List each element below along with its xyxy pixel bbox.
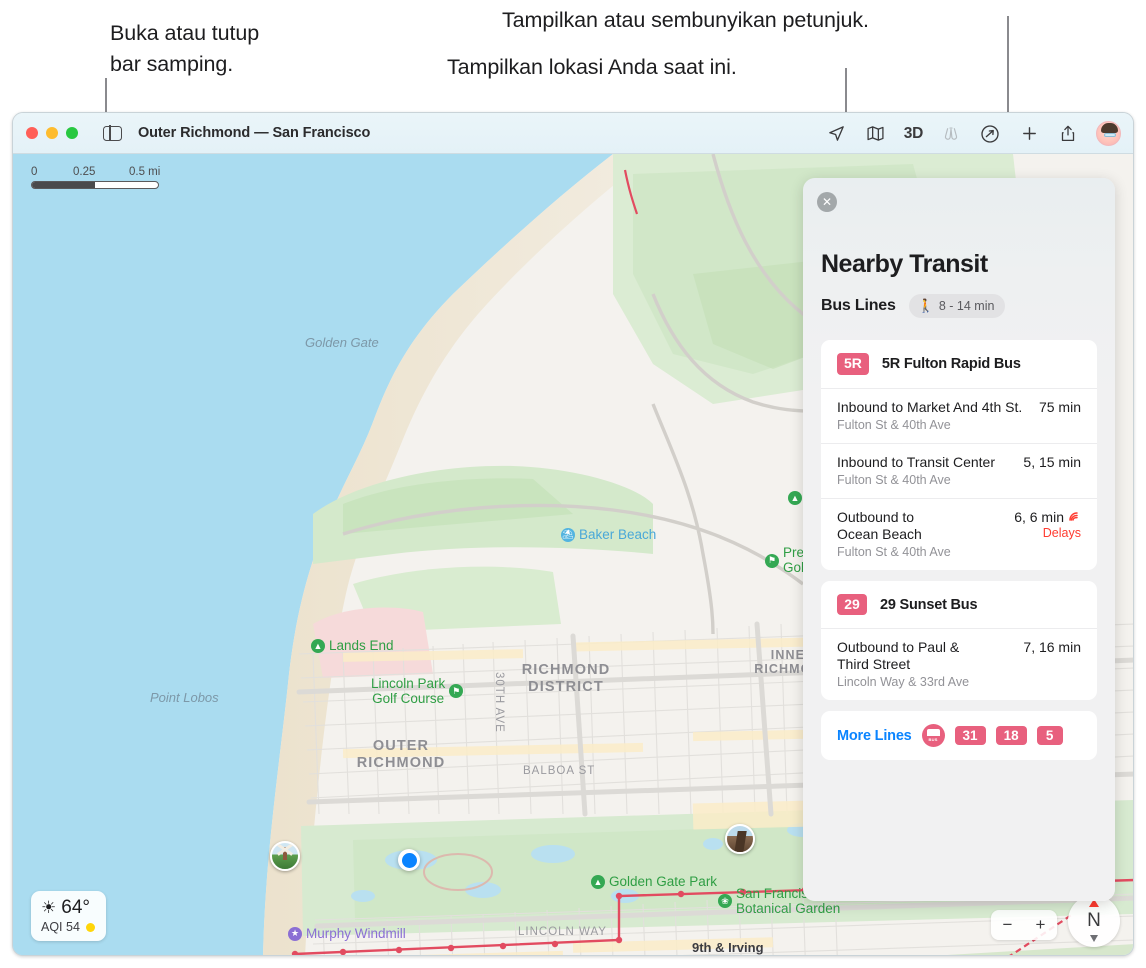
map-canvas[interactable]: 0 0.25 0.5 mi Golden Gate Point Lobos RI… xyxy=(13,154,1133,955)
departure-times: 7, 16 min xyxy=(1023,639,1081,656)
departure-stop: Fulton St & 40th Ave xyxy=(837,417,951,432)
zoom-in-button[interactable]: + xyxy=(1024,910,1057,940)
callout-location-text: Tampilkan lokasi Anda saat ini. xyxy=(447,55,737,79)
compass-south-needle xyxy=(1090,935,1098,942)
binoculars-icon[interactable] xyxy=(940,123,962,145)
callout-sidebar-text: Buka atau tutup bar samping. xyxy=(110,21,260,76)
departure-destination: Outbound to Paul & Third Street xyxy=(837,639,960,673)
sidebar-icon[interactable] xyxy=(103,124,122,142)
departure-destination: Outbound to Ocean Beach xyxy=(837,508,922,542)
callout-directions-text: Tampilkan atau sembunyikan petunjuk. xyxy=(502,8,869,32)
bus-lines-label: Bus Lines xyxy=(821,297,896,314)
photo-marker-building[interactable] xyxy=(725,824,755,854)
close-icon[interactable]: ✕ xyxy=(817,192,837,212)
more-lines-link[interactable]: More Lines xyxy=(837,728,912,744)
map-zoom-controls: − + xyxy=(991,910,1057,940)
panel-title: Nearby Transit xyxy=(821,250,988,278)
map-icon[interactable] xyxy=(865,123,887,145)
walk-time-badge: 🚶 8 - 14 min xyxy=(908,294,1006,318)
share-icon[interactable] xyxy=(1057,123,1079,145)
route-badge: 5R xyxy=(837,353,869,375)
departure-row[interactable]: Outbound to Ocean Beach Fulton St & 40th… xyxy=(821,497,1097,570)
walking-icon: 🚶 xyxy=(917,298,934,313)
maps-window: Outer Richmond — San Francisco 3D 0 0.25… xyxy=(12,112,1134,956)
compass-north-label: N xyxy=(1087,910,1101,931)
delay-signal-icon xyxy=(1068,509,1081,525)
line-badge-5[interactable]: 5 xyxy=(1036,726,1063,746)
transit-route-list: 5R 5R Fulton Rapid Bus Inbound to Market… xyxy=(821,340,1097,761)
nearby-transit-panel: ✕ Nearby Transit Bus Lines 🚶 8 - 14 min … xyxy=(803,178,1115,901)
map-compass[interactable]: N xyxy=(1068,895,1120,947)
photo-marker-windmill[interactable] xyxy=(270,841,300,871)
map-scale-bar: 0 0.25 0.5 mi xyxy=(31,166,171,189)
route-name: 5R Fulton Rapid Bus xyxy=(881,355,1021,372)
departure-destination: Inbound to Transit Center xyxy=(837,453,995,470)
directions-icon[interactable] xyxy=(979,123,1001,145)
route-badge: 29 xyxy=(837,593,867,616)
three-d-toggle[interactable]: 3D xyxy=(904,125,924,143)
departure-stop: Fulton St & 40th Ave xyxy=(837,544,951,559)
delay-label: Delays xyxy=(1042,525,1081,540)
departure-row[interactable]: Inbound to Transit Center Fulton St & 40… xyxy=(821,442,1097,498)
transit-route-card[interactable]: 5R 5R Fulton Rapid Bus Inbound to Market… xyxy=(821,340,1097,570)
line-badge-18[interactable]: 18 xyxy=(995,726,1027,746)
scale-tick-0: 0 xyxy=(31,166,38,178)
zoom-out-button[interactable]: − xyxy=(991,910,1024,940)
scale-tick-2: 0.5 mi xyxy=(129,166,161,178)
aqi-status-dot xyxy=(85,922,95,932)
plus-icon[interactable] xyxy=(1018,123,1040,145)
route-name: 29 Sunset Bus xyxy=(880,596,978,613)
bus-icon[interactable]: BUS xyxy=(921,724,945,748)
panel-subheader: Bus Lines 🚶 8 - 14 min xyxy=(821,294,1006,318)
walk-time-text: 8 - 14 min xyxy=(938,299,995,313)
departure-stop: Fulton St & 40th Ave xyxy=(837,472,951,487)
sun-icon: ☀ xyxy=(41,898,57,917)
departure-times: 5, 15 min xyxy=(1023,453,1081,470)
departure-destination: Inbound to Market And 4th St. xyxy=(837,398,1023,415)
departure-times: 75 min xyxy=(1038,398,1081,415)
weather-temperature: 64° xyxy=(61,897,90,918)
weather-widget[interactable]: ☀ 64° AQI 54 xyxy=(31,891,106,941)
departure-times: 6, 6 min xyxy=(1014,508,1064,525)
route-header: 29 29 Sunset Bus xyxy=(821,581,1097,629)
departure-row[interactable]: Outbound to Paul & Third Street Lincoln … xyxy=(821,628,1097,700)
window-toolbar: 3D xyxy=(826,113,1121,154)
avatar[interactable] xyxy=(1096,121,1121,146)
aqi-label: AQI 54 xyxy=(41,920,80,934)
window-traffic-lights xyxy=(26,127,78,139)
scale-tick-1: 0.25 xyxy=(73,166,96,178)
page-title: Outer Richmond — San Francisco xyxy=(138,125,371,141)
line-badge-31[interactable]: 31 xyxy=(954,726,986,746)
departure-row[interactable]: Inbound to Market And 4th St. Fulton St … xyxy=(821,387,1097,443)
departure-stop: Lincoln Way & 33rd Ave xyxy=(837,675,970,690)
more-lines-card[interactable]: More Lines BUS 31 18 5 xyxy=(821,711,1097,761)
minimize-window-button[interactable] xyxy=(46,127,58,139)
location-arrow-icon[interactable] xyxy=(826,123,848,145)
user-location-dot xyxy=(398,849,420,871)
zoom-window-button[interactable] xyxy=(66,127,78,139)
callout-directions-line xyxy=(1007,16,1009,126)
route-header: 5R 5R Fulton Rapid Bus xyxy=(821,340,1097,388)
close-window-button[interactable] xyxy=(26,127,38,139)
window-titlebar: Outer Richmond — San Francisco 3D xyxy=(13,113,1133,154)
transit-route-card[interactable]: 29 29 Sunset Bus Outbound to Paul & Thir… xyxy=(821,580,1097,701)
